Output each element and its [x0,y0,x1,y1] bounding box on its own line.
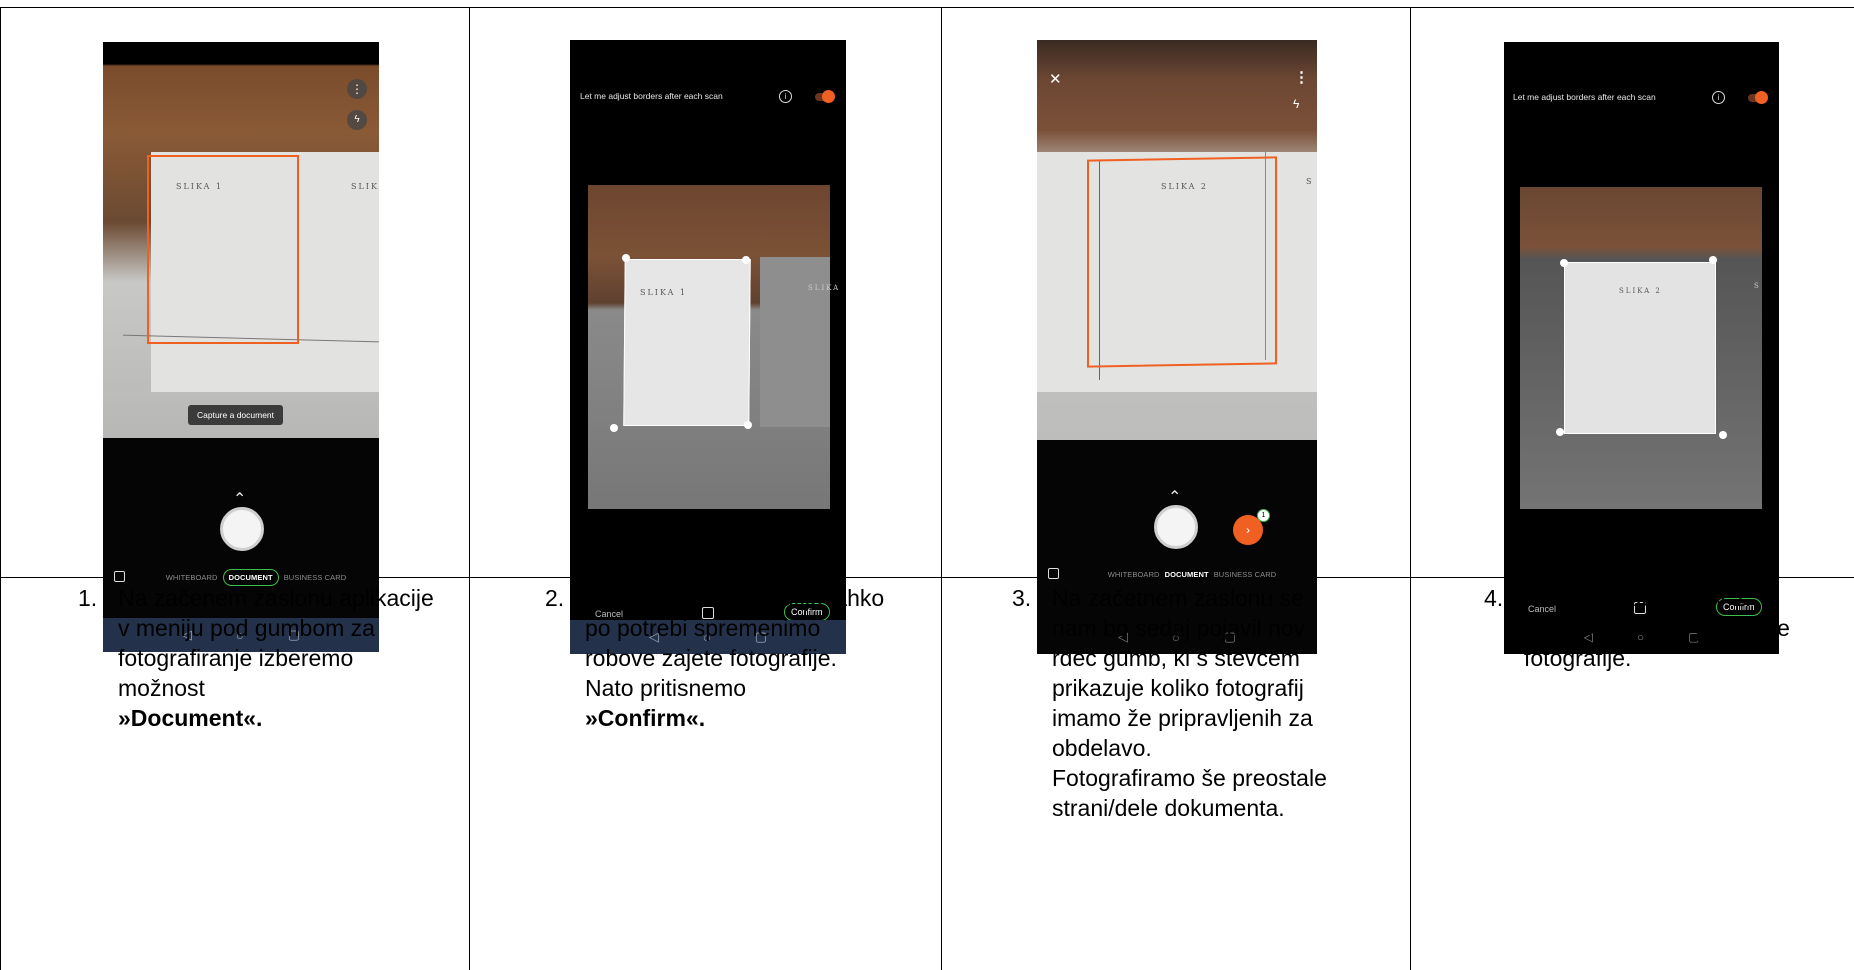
chevron-up-icon[interactable]: ⌃ [233,492,246,508]
paper-handwriting: SLIKA 1 [176,182,224,191]
paper-handwriting: SLIKA 2 [1161,182,1209,191]
info-icon[interactable]: i [779,90,792,103]
phone-screenshot-4: Let me adjust borders after each scan i … [1504,42,1779,654]
paper-handwriting-right: SLIKA [808,284,841,292]
mode-business-card[interactable]: BUSINESS CARD [284,573,347,582]
step-text: Na začetnem zaslonu se nam bo sedaj poja… [1052,585,1313,761]
crop-handle-bottom-left[interactable] [1556,428,1564,436]
step-text-bold: »Confirm«. [585,705,706,731]
info-icon[interactable]: i [1712,91,1725,104]
shutter-button[interactable] [220,507,264,551]
shutter-button[interactable] [1154,505,1198,549]
flash-off-icon[interactable]: ϟ [1293,97,1299,111]
phone-screenshot-3: SLIKA 2 S ✕ ⋮ ϟ ⌃ › 1 WHITEBOARD DOCUMEN… [1037,40,1317,654]
table-column-divider [1410,7,1411,970]
mode-document[interactable]: DOCUMENT [1165,570,1209,579]
table-border-left [0,7,1,970]
table-column-divider [469,7,470,970]
scan-count-badge: 1 [1257,509,1270,522]
step-text-2: Fotografiramo še preostale strani/dele d… [1052,765,1327,821]
phone-screenshot-1: SLIKA 1 SLIKA ⋮ ϟ Capture a document ⌃ W… [103,42,379,652]
step-text-bold: »Document«. [118,705,263,731]
gallery-icon[interactable] [114,571,125,582]
crop-handle-bottom-right[interactable] [744,421,752,429]
chevron-up-icon[interactable]: ⌃ [1168,490,1181,506]
paper-handwriting: SLIKA 2 [1619,287,1662,295]
crop-handle-top-left[interactable] [622,254,630,262]
capture-tooltip: Capture a document [188,405,284,425]
close-icon[interactable]: ✕ [1049,70,1062,88]
step-text: Na začenem zaslonu aplikacije v meniju p… [118,585,434,701]
more-vertical-icon[interactable]: ⋮ [347,79,367,99]
adjust-borders-toggle[interactable] [815,90,835,103]
mode-whiteboard[interactable]: WHITEBOARD [166,573,218,582]
gallery-icon[interactable] [1048,568,1059,579]
paper-handwriting-right: SLIKA [351,182,379,191]
capture-mode-selector: WHITEBOARD DOCUMENT BUSINESS CARD [1067,570,1317,579]
crop-region [623,259,751,426]
step-text: Na enak način kot v 2. koraku potrdimo p… [1524,585,1790,671]
photo-paper-right [760,257,830,427]
paper-handwriting-right: S [1754,282,1761,290]
more-vertical-icon[interactable]: ⋮ [1294,68,1309,86]
paper-handwriting-right: S [1306,177,1314,186]
mode-whiteboard[interactable]: WHITEBOARD [1108,570,1160,579]
crop-handle-top-right[interactable] [742,256,750,264]
crop-handle-bottom-left[interactable] [610,424,618,432]
paper-handwriting: SLIKA 1 [640,288,688,297]
flash-off-icon[interactable]: ϟ [347,110,367,130]
table-border-top [0,7,1854,8]
step-number: 4. [1484,585,1504,611]
step-number: 1. [78,585,98,611]
adjust-borders-label: Let me adjust borders after each scan [1513,92,1656,102]
crop-handle-top-right[interactable] [1709,256,1717,264]
adjust-borders-toggle[interactable] [1748,91,1768,104]
phone-screenshot-2: Let me adjust borders after each scan i … [570,40,846,654]
crop-handle-bottom-right[interactable] [1719,431,1727,439]
table-column-divider [941,7,942,970]
step-text: Ko naredimo fotografijo lahko po potrebi… [585,585,885,701]
mode-business-card[interactable]: BUSINESS CARD [1214,570,1277,579]
crop-handle-top-left[interactable] [1560,259,1568,267]
step-number: 2. [545,585,565,611]
adjust-borders-label: Let me adjust borders after each scan [580,91,723,101]
step-number: 3. [1012,585,1032,611]
